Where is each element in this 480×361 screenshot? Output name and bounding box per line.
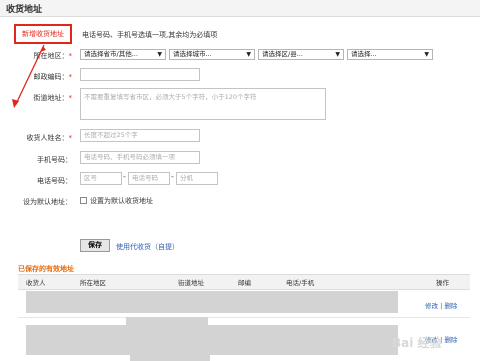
chevron-down-icon: ▼: [335, 51, 340, 58]
district-select[interactable]: 请选择区/县... ▼: [258, 49, 344, 60]
name-label-text: 收货人姓名：: [26, 134, 69, 142]
redacted-row-content: [26, 291, 398, 313]
row-actions: 修改 | 删除: [425, 300, 457, 310]
saved-addresses-title: 已保存的有效地址: [18, 265, 74, 273]
region-label: 所在地区：*: [2, 51, 73, 61]
pickup-link[interactable]: 使用代收货（自提）: [116, 242, 179, 252]
city-select-value: 请选择城市...: [173, 50, 212, 58]
phone-ext-input[interactable]: 分机: [176, 172, 218, 185]
street-label: 街道地址：*: [2, 93, 73, 103]
name-label: 收货人姓名：*: [2, 133, 73, 143]
save-button[interactable]: 保存: [80, 239, 110, 252]
chevron-down-icon: ▼: [157, 51, 162, 58]
column-header: 邮编: [238, 279, 251, 287]
mobile-label: 手机号码：: [37, 156, 72, 164]
chevron-down-icon: ▼: [424, 51, 429, 58]
page-title: 收货地址: [6, 5, 43, 15]
redacted-row-content: [126, 317, 208, 325]
street-textarea[interactable]: 不需要重复填写省市区，必须大于5个字符，小于120个字符: [80, 88, 326, 120]
default-checkbox-label: 设置为默认收货地址: [90, 197, 153, 205]
required-mark: *: [68, 134, 73, 142]
phone-separator: -: [171, 172, 174, 181]
edit-link[interactable]: 修改: [425, 302, 438, 310]
province-select-value: 请选择省市/其他...: [84, 50, 138, 58]
delete-link[interactable]: 删除: [444, 336, 457, 344]
receiver-name-input[interactable]: 长度不超过25个字: [80, 129, 200, 142]
header-bar: [0, 0, 480, 17]
column-header: 收货人: [26, 279, 46, 287]
zip-label: 邮政编码：*: [2, 72, 73, 82]
required-mark: *: [68, 94, 73, 102]
delete-link[interactable]: 删除: [444, 302, 457, 310]
street-label-text: 街道地址：: [33, 94, 69, 102]
phone-separator: -: [123, 172, 126, 181]
phone-area-input[interactable]: 区号: [80, 172, 122, 185]
required-mark: *: [68, 52, 73, 60]
row-divider: [18, 317, 470, 318]
phone-label: 电话号码：: [37, 177, 72, 185]
phone-number-input[interactable]: 电话号码: [128, 172, 170, 185]
default-checkbox[interactable]: [80, 197, 87, 204]
redacted-row-content: [130, 355, 210, 361]
new-address-tab[interactable]: 新增收货地址: [14, 24, 72, 44]
zip-input[interactable]: [80, 68, 200, 81]
province-select[interactable]: 请选择省市/其他... ▼: [80, 49, 166, 60]
street-select[interactable]: 请选择... ▼: [347, 49, 433, 60]
default-label: 设为默认地址：: [23, 198, 72, 206]
column-header: 操作: [436, 279, 449, 287]
zip-label-text: 邮政编码：: [33, 73, 69, 81]
district-select-value: 请选择区/县...: [262, 50, 303, 58]
action-separator: |: [440, 302, 443, 310]
mobile-input[interactable]: 电话号码、手机号码必须填一项: [80, 151, 200, 164]
required-mark: *: [68, 73, 73, 81]
column-header: 所在地区: [80, 279, 106, 287]
city-select[interactable]: 请选择城市... ▼: [169, 49, 255, 60]
watermark-logo: Bai 经验: [392, 336, 442, 350]
required-tip: 电话号码、手机号选填一项,其余均为必填项: [82, 31, 218, 39]
region-label-text: 所在地区：: [33, 52, 69, 60]
chevron-down-icon: ▼: [246, 51, 251, 58]
street-select-value: 请选择...: [351, 50, 377, 58]
redacted-row-content: [26, 325, 398, 355]
column-header: 电话/手机: [286, 279, 315, 287]
column-header: 街道地址: [178, 279, 204, 287]
